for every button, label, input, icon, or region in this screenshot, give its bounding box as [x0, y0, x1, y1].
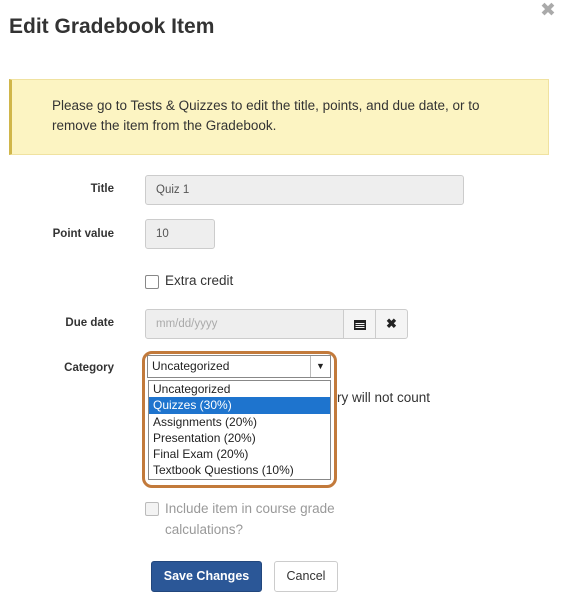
category-label: Category — [64, 362, 114, 374]
title-label: Title — [90, 183, 114, 195]
include-calculation-checkbox[interactable] — [145, 502, 159, 516]
due-date-label: Due date — [65, 317, 114, 329]
notice-text: Please go to Tests & Quizzes to edit the… — [52, 98, 480, 133]
save-changes-button[interactable]: Save Changes — [151, 561, 262, 592]
info-notice: Please go to Tests & Quizzes to edit the… — [9, 79, 549, 155]
cancel-button[interactable]: Cancel — [274, 561, 338, 592]
dialog-title: Edit Gradebook Item — [9, 15, 215, 38]
extra-credit-label: Extra credit — [165, 273, 234, 288]
point-value-label: Point value — [52, 228, 114, 240]
due-date-input: mm/dd/yyyy — [145, 309, 344, 339]
include-calculation-label: Include item in course grade calculation… — [165, 501, 335, 537]
calendar-icon[interactable] — [343, 309, 376, 339]
close-icon[interactable]: ✖ — [540, 1, 556, 20]
title-field: Quiz 1 — [145, 175, 464, 205]
category-note-text: ry will not count — [337, 390, 431, 405]
point-value-field: 10 — [145, 219, 215, 249]
clear-date-icon[interactable]: ✖ — [375, 309, 408, 339]
extra-credit-checkbox[interactable] — [145, 275, 159, 289]
annotation-highlight — [142, 351, 337, 488]
